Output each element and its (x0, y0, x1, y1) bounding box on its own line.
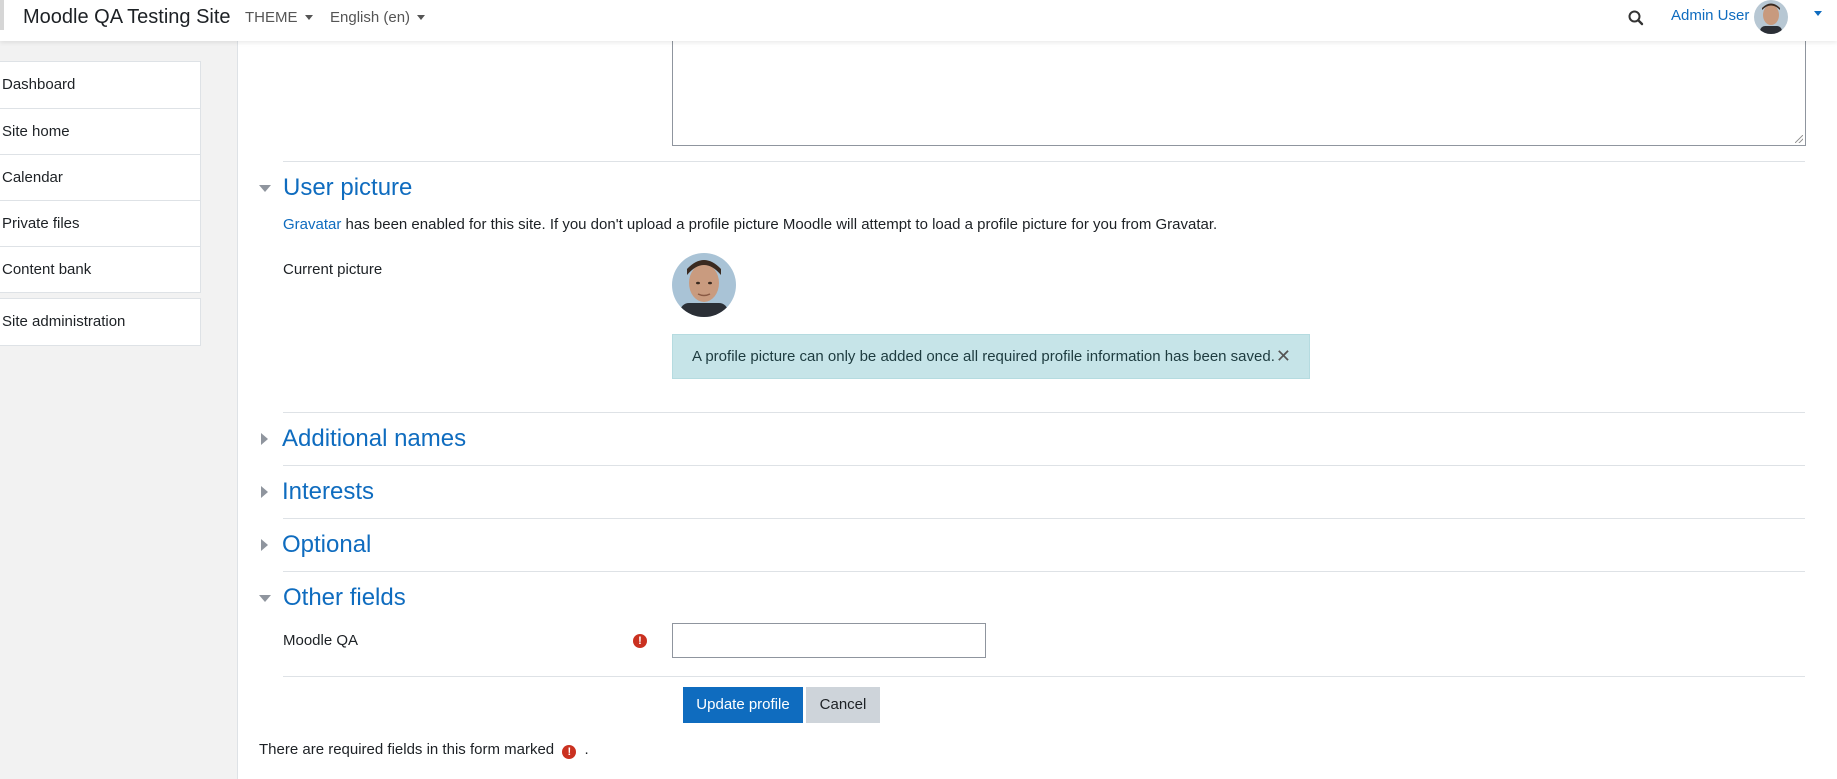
expand-icon (261, 486, 268, 498)
section-interests-header[interactable]: Interests (259, 478, 374, 506)
section-other-fields-header[interactable]: Other fields (259, 584, 406, 612)
sidebar-item-dashboard[interactable]: Dashboard (0, 62, 200, 108)
alert-text: A profile picture can only be added once… (692, 348, 1275, 365)
collapse-icon (259, 184, 271, 192)
section-title: Optional (282, 531, 372, 558)
section-optional-header[interactable]: Optional (259, 531, 371, 559)
update-profile-button[interactable]: Update profile (683, 687, 803, 723)
divider (283, 412, 1805, 413)
sidebar-item-site-administration[interactable]: Site administration (0, 299, 200, 345)
divider (283, 518, 1805, 519)
section-title: Additional names (282, 425, 467, 452)
cancel-button[interactable]: Cancel (806, 687, 880, 723)
gravatar-link[interactable]: Gravatar (283, 216, 341, 233)
drawer-toggle-edge[interactable] (0, 0, 4, 30)
main-content: User picture Gravatar has been enabled f… (237, 41, 1837, 779)
sidebar-item-private-files[interactable]: Private files (0, 200, 200, 246)
required-icon: ! (633, 634, 647, 648)
sidebar-item-site-home[interactable]: Site home (0, 108, 200, 154)
section-user-picture-header[interactable]: User picture (259, 174, 412, 202)
required-icon: ! (562, 745, 577, 759)
gravatar-info: Gravatar has been enabled for this site.… (283, 216, 1217, 233)
section-title: Other fields (283, 584, 406, 611)
collapse-icon (259, 594, 271, 602)
chevron-down-icon (304, 15, 313, 20)
chevron-down-icon (417, 15, 426, 20)
current-picture-label: Current picture (283, 261, 383, 278)
expand-icon (261, 539, 268, 551)
required-note-suffix: . (584, 741, 589, 758)
moodle-qa-label: Moodle QA (283, 632, 359, 649)
sidebar-main-group: Dashboard Site home Calendar Private fil… (0, 61, 201, 293)
search-icon[interactable] (1626, 8, 1646, 28)
divider (283, 465, 1805, 466)
divider (283, 571, 1805, 572)
sidebar-nav: Dashboard Site home Calendar Private fil… (0, 61, 201, 346)
theme-menu-label: THEME (245, 9, 298, 26)
sidebar-item-calendar[interactable]: Calendar (0, 154, 200, 200)
user-menu-chevron-icon[interactable] (1814, 11, 1822, 16)
language-menu[interactable]: English (en) (330, 9, 426, 26)
avatar[interactable] (1754, 0, 1788, 34)
profile-picture-alert: A profile picture can only be added once… (672, 334, 1310, 379)
user-menu-name[interactable]: Admin User (1671, 7, 1749, 24)
description-textarea[interactable] (672, 41, 1806, 146)
divider (283, 161, 1805, 162)
moodle-qa-input[interactable] (672, 623, 986, 658)
site-name[interactable]: Moodle QA Testing Site (23, 6, 231, 29)
divider (283, 676, 1805, 677)
top-navbar: Moodle QA Testing Site THEME English (en… (0, 0, 1837, 41)
expand-icon (261, 433, 268, 445)
language-menu-label: English (en) (330, 9, 411, 26)
sidebar-admin-group: Site administration (0, 298, 201, 346)
theme-menu[interactable]: THEME (245, 9, 313, 26)
sidebar-item-content-bank[interactable]: Content bank (0, 246, 200, 292)
required-fields-note: There are required fields in this form m… (259, 741, 589, 759)
section-title: User picture (283, 174, 413, 201)
current-profile-picture (672, 253, 736, 317)
resize-handle[interactable] (1795, 135, 1803, 143)
required-note-text: There are required fields in this form m… (259, 741, 555, 758)
section-additional-names-header[interactable]: Additional names (259, 425, 466, 453)
section-title: Interests (282, 478, 375, 505)
gravatar-info-text: has been enabled for this site. If you d… (341, 216, 1218, 233)
close-icon[interactable]: ✕ (1276, 335, 1291, 378)
